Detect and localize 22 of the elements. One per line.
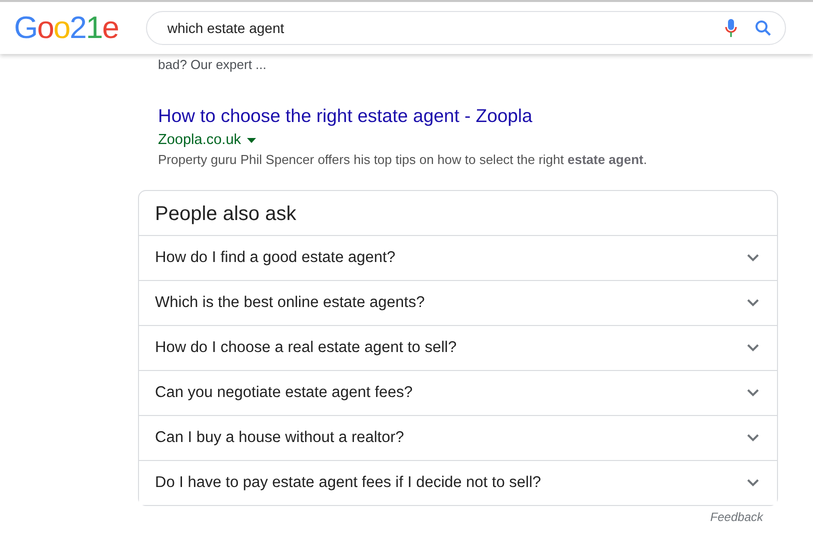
logo-letter[interactable]: e bbox=[102, 10, 118, 46]
result-url: Zoopla.co.uk bbox=[158, 131, 242, 150]
logo-letter[interactable]: 2 bbox=[70, 10, 86, 46]
chevron-icon bbox=[747, 344, 759, 352]
panel-title: People also ask bbox=[155, 203, 296, 225]
logo-letter[interactable]: o bbox=[37, 10, 54, 46]
search-bar[interactable]: which estate agent bbox=[146, 11, 786, 45]
microphone-icon[interactable] bbox=[725, 19, 738, 37]
chevron-icon bbox=[747, 254, 759, 262]
result-snippet: bad? Our expert ... bbox=[158, 56, 268, 74]
result-snippet: Property guru Phil Spencer offers his top tips on how to select the right estate agent. bbox=[158, 151, 648, 169]
chevron-icon bbox=[747, 434, 759, 442]
result-title-link[interactable]: How to choose the right estate agent - Zoopla bbox=[158, 104, 532, 128]
chevron-icon bbox=[747, 299, 759, 307]
question-row[interactable]: Do I have to pay estate agent fees if I decide not to sell? bbox=[139, 460, 777, 505]
feedback-link[interactable]: Feedback bbox=[710, 510, 763, 524]
logo-letter[interactable]: G bbox=[14, 10, 38, 46]
search-icon[interactable] bbox=[755, 20, 772, 36]
caret-icon[interactable] bbox=[247, 138, 256, 142]
search-field[interactable]: which estate agent bbox=[167, 20, 708, 36]
chevron-icon bbox=[747, 479, 759, 487]
chevron-icon bbox=[747, 389, 759, 397]
